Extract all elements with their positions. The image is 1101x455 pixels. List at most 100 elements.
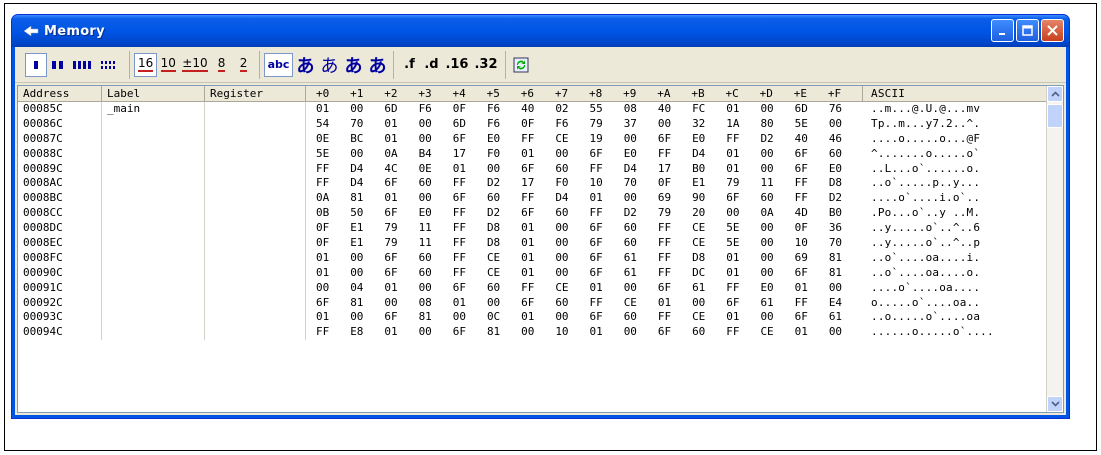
- byte-value[interactable]: 50: [350, 206, 384, 221]
- table-row[interactable]: 00094C FF E8 01 00 6F 81 00 10 01 00 6F 60 FF CE 01 00..…: [18, 325, 1063, 341]
- byte-value[interactable]: E8: [350, 325, 384, 340]
- byte-value[interactable]: 10: [795, 236, 829, 251]
- address-cell[interactable]: 00085C: [18, 102, 102, 117]
- address-cell[interactable]: 00093C: [18, 310, 102, 326]
- byte-value[interactable]: 6F: [521, 206, 555, 221]
- ascii-cell[interactable]: o.....o`....oa..: [863, 296, 1048, 311]
- byte-value[interactable]: FF: [453, 221, 487, 236]
- byte-value[interactable]: D2: [829, 191, 863, 206]
- byte-value[interactable]: B0: [829, 206, 863, 221]
- byte-value[interactable]: CE: [555, 281, 589, 296]
- byte-value[interactable]: 37: [624, 117, 658, 132]
- byte-value[interactable]: FF: [453, 251, 487, 266]
- label-cell[interactable]: [102, 325, 205, 341]
- byte-value[interactable]: 5E: [795, 117, 829, 132]
- byte-value[interactable]: FF: [453, 236, 487, 251]
- address-cell[interactable]: 0008BC: [18, 191, 102, 207]
- byte-value[interactable]: BC: [350, 132, 384, 147]
- byte-value[interactable]: 0F: [795, 221, 829, 236]
- byte-value[interactable]: 6F: [795, 266, 829, 281]
- bytes-cell[interactable]: 5E 00 0A B4 17 F0 01 00 6F E0 FF D4 01 00 6F 60: [306, 147, 863, 162]
- register-cell[interactable]: [205, 295, 306, 311]
- bytes-cell[interactable]: 6F 81 00 08 01 00 6F 60 FF CE 01 00 6F 61 FF E4: [306, 296, 863, 311]
- byte-value[interactable]: CE: [692, 236, 726, 251]
- register-cell[interactable]: [205, 265, 306, 281]
- ascii-display-button[interactable]: abc: [263, 52, 294, 77]
- byte-value[interactable]: FF: [726, 281, 760, 296]
- address-cell[interactable]: 00092C: [18, 295, 102, 311]
- byte-value[interactable]: 01: [795, 281, 829, 296]
- byte-value[interactable]: 01: [384, 132, 418, 147]
- byte-value[interactable]: B0: [692, 162, 726, 177]
- jis-display-button[interactable]: あ: [317, 53, 341, 77]
- byte-value[interactable]: FF: [521, 132, 555, 147]
- byte-value[interactable]: 6F: [384, 206, 418, 221]
- byte-value[interactable]: CE: [760, 325, 794, 340]
- byte-value[interactable]: FF: [453, 206, 487, 221]
- header-label[interactable]: Label: [102, 86, 205, 101]
- bytes-cell[interactable]: 0B 50 6F E0 FF D2 6F 60 FF D2 79 20 00 0A 4D B0: [306, 206, 863, 221]
- byte-value[interactable]: 79: [590, 117, 624, 132]
- byte-value[interactable]: D8: [487, 221, 521, 236]
- byte-value[interactable]: 01: [726, 147, 760, 162]
- byte-value[interactable]: 6F: [726, 191, 760, 206]
- title-bar[interactable]: Memory: [12, 15, 1069, 47]
- byte-value[interactable]: D4: [350, 176, 384, 191]
- byte-value[interactable]: 00: [829, 325, 863, 340]
- byte-value[interactable]: F6: [487, 102, 521, 117]
- byte-value[interactable]: 00: [419, 281, 453, 296]
- byte-value[interactable]: F6: [487, 117, 521, 132]
- ascii-cell[interactable]: ..L...o`......o.: [863, 162, 1048, 177]
- ascii-cell[interactable]: .Po...o`..y ..M.: [863, 206, 1048, 221]
- address-cell[interactable]: 00087C: [18, 131, 102, 147]
- byte-value[interactable]: 76: [829, 102, 863, 117]
- byte-value[interactable]: 5E: [726, 236, 760, 251]
- byte-value[interactable]: 40: [658, 102, 692, 117]
- byte-value[interactable]: D4: [624, 162, 658, 177]
- byte-value[interactable]: F0: [487, 147, 521, 162]
- byte-value[interactable]: 00: [350, 310, 384, 325]
- byte-value[interactable]: 01: [384, 117, 418, 132]
- byte-value[interactable]: FF: [453, 266, 487, 281]
- byte-value[interactable]: 60: [760, 191, 794, 206]
- byte-value[interactable]: 00: [760, 236, 794, 251]
- header-address[interactable]: Address: [18, 86, 102, 101]
- address-cell[interactable]: 00089C: [18, 161, 102, 177]
- byte-value[interactable]: 01: [384, 325, 418, 340]
- byte-value[interactable]: 0A: [384, 147, 418, 162]
- unicode-display-button[interactable]: あ: [365, 53, 389, 77]
- byte-value[interactable]: 5E: [316, 147, 350, 162]
- byte-value[interactable]: 02: [555, 102, 589, 117]
- byte-value[interactable]: 00: [624, 191, 658, 206]
- byte-value[interactable]: 00: [419, 117, 453, 132]
- byte-value[interactable]: 79: [658, 206, 692, 221]
- byte-value[interactable]: 6F: [453, 281, 487, 296]
- ascii-cell[interactable]: ^.......o.....o`: [863, 147, 1048, 162]
- byte-value[interactable]: F6: [555, 117, 589, 132]
- ascii-cell[interactable]: ..y.....o`..^..6: [863, 221, 1048, 236]
- table-row[interactable]: 00090C 01 00 6F 60 FF CE 01 00 6F 61 FF DC 01 00 6F 81..…: [18, 265, 1063, 281]
- byte-value[interactable]: FF: [521, 191, 555, 206]
- byte-value[interactable]: 01: [521, 310, 555, 325]
- byte-value[interactable]: 60: [624, 236, 658, 251]
- byte-value[interactable]: 81: [350, 296, 384, 311]
- byte-value[interactable]: 00: [350, 251, 384, 266]
- byte-value[interactable]: 08: [419, 296, 453, 311]
- byte-value[interactable]: 01: [316, 266, 350, 281]
- byte-value[interactable]: 6F: [521, 296, 555, 311]
- byte-value[interactable]: E0: [829, 162, 863, 177]
- byte-value[interactable]: 6F: [658, 325, 692, 340]
- byte-value[interactable]: D4: [692, 147, 726, 162]
- byte-value[interactable]: FF: [658, 251, 692, 266]
- ascii-cell[interactable]: ..o`.....p..y...: [863, 176, 1048, 191]
- byte-value[interactable]: 6F: [590, 266, 624, 281]
- byte-value[interactable]: FF: [726, 132, 760, 147]
- address-cell[interactable]: 00088C: [18, 146, 102, 162]
- radix-oct-button[interactable]: 8: [211, 53, 233, 77]
- byte-value[interactable]: 0A: [760, 206, 794, 221]
- bytes-cell[interactable]: 01 00 6D F6 0F F6 40 02 55 08 40 FC 01 00 6D 76: [306, 102, 863, 117]
- byte-value[interactable]: D4: [350, 162, 384, 177]
- byte-value[interactable]: 6F: [453, 191, 487, 206]
- bytes-cell[interactable]: 01 00 6F 60 FF CE 01 00 6F 61 FF DC 01 00 6F 81: [306, 266, 863, 281]
- byte-value[interactable]: 1A: [726, 117, 760, 132]
